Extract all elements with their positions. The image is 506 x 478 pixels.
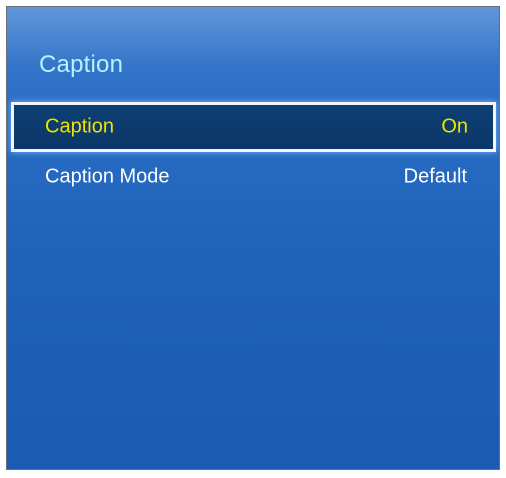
- menu-item-value: On: [441, 115, 468, 138]
- menu-item-value: Default: [403, 165, 467, 188]
- menu-item-caption-mode[interactable]: Caption Mode Default: [7, 152, 499, 202]
- caption-settings-panel: Caption Caption On Caption Mode Default: [6, 6, 500, 470]
- menu-item-caption[interactable]: Caption On: [11, 102, 496, 152]
- menu-item-label: Caption Mode: [45, 165, 170, 188]
- caption-menu: Caption On Caption Mode Default: [7, 102, 499, 202]
- menu-item-label: Caption: [45, 115, 114, 138]
- panel-title: Caption: [39, 51, 124, 78]
